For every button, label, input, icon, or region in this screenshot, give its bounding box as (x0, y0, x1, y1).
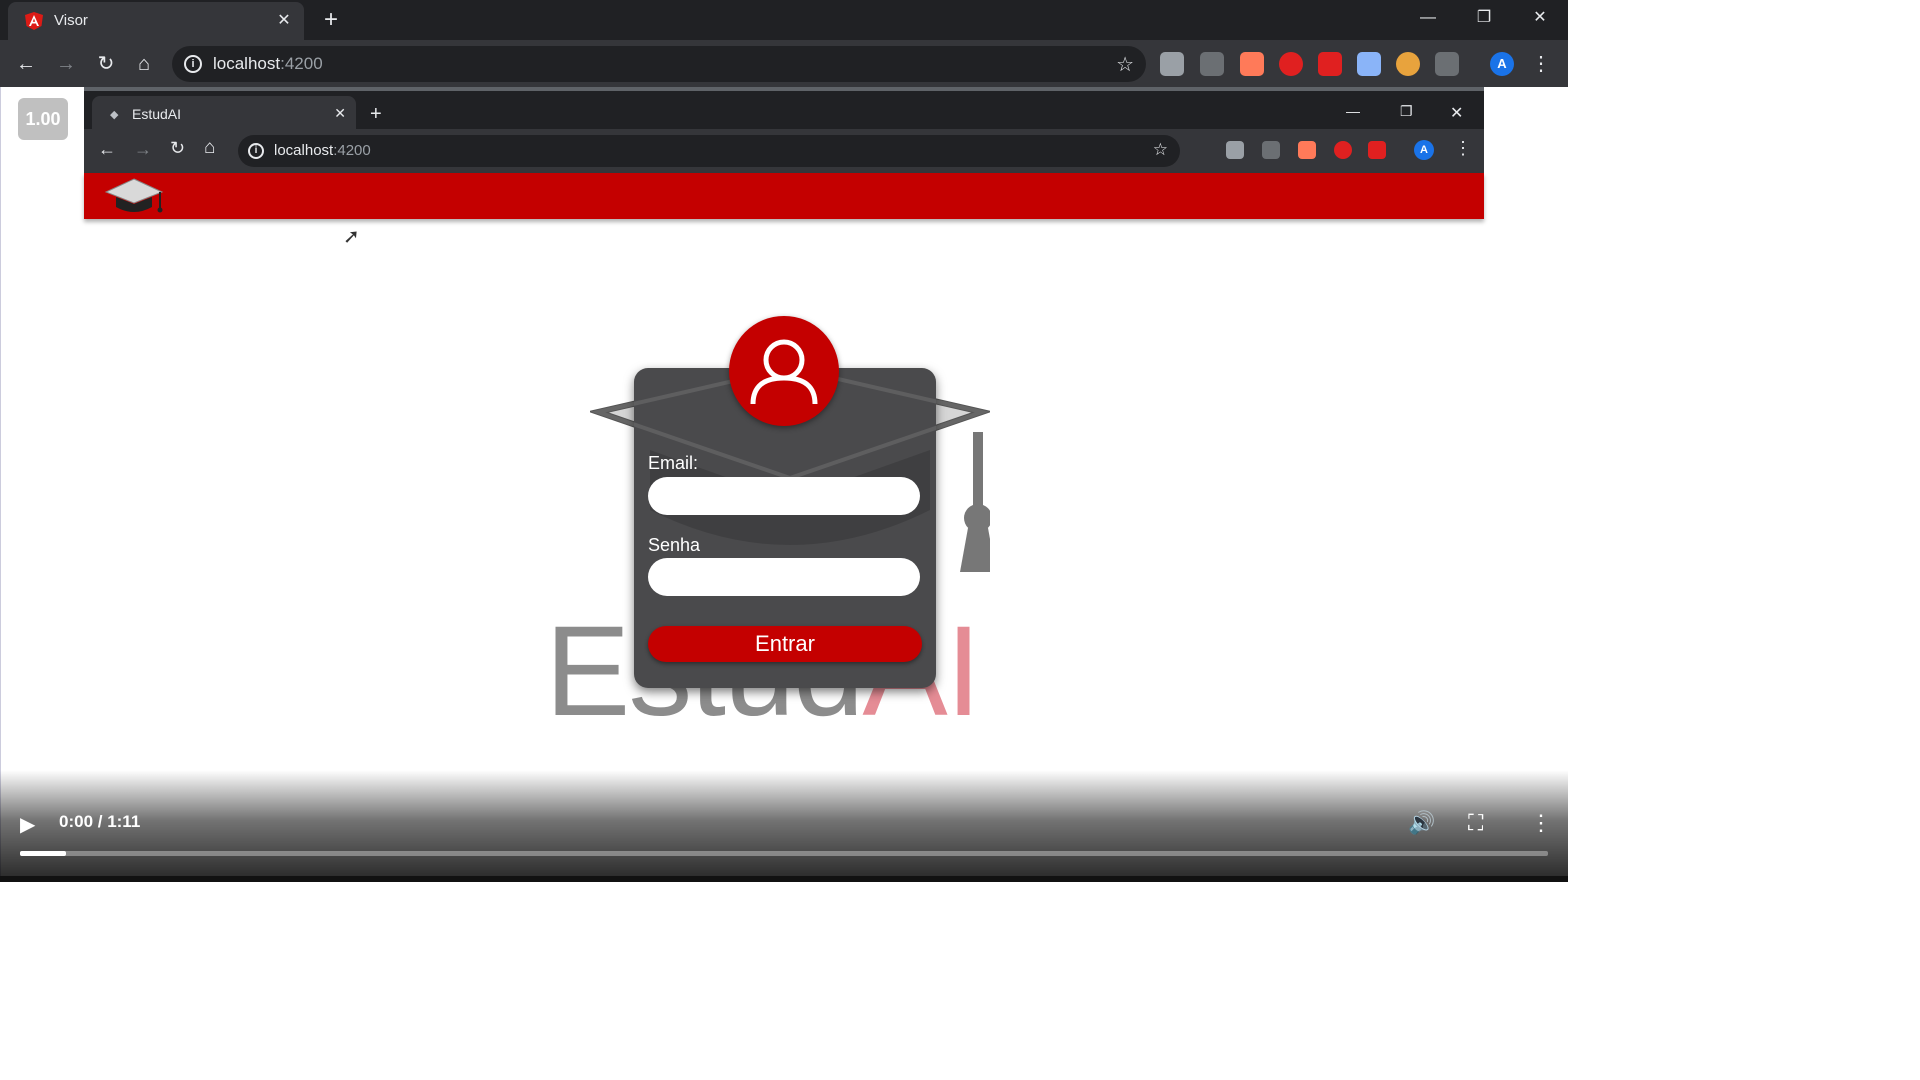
inner-profile-avatar[interactable]: A (1414, 140, 1434, 160)
extension-hand-icon[interactable] (1279, 52, 1303, 76)
inner-browser-tab[interactable]: ◆ EstudAI ✕ (92, 96, 356, 133)
home-icon[interactable]: ⌂ (130, 50, 158, 78)
inner-extension-video-icon[interactable] (1368, 141, 1386, 159)
inner-forward-icon[interactable]: → (134, 139, 152, 160)
inner-home-icon[interactable]: ⌂ (204, 137, 215, 159)
inner-minimize-button[interactable]: — (1346, 103, 1360, 119)
video-progress-track[interactable] (20, 851, 1548, 856)
inner-extension-shield-icon[interactable] (1226, 141, 1244, 159)
password-input[interactable] (648, 558, 920, 596)
inner-toolbar: ← → ↻ ⌂ i localhost:4200 ☆ A ⋮ (84, 129, 1484, 173)
login-submit-button[interactable]: Entrar (648, 626, 922, 662)
reload-icon[interactable]: ↻ (92, 50, 120, 78)
inner-close-window-button[interactable]: ✕ (1450, 103, 1463, 123)
extension-notes-icon[interactable] (1357, 52, 1381, 76)
tab-strip: Visor ✕ + — ❐ ✕ (0, 0, 1568, 40)
bottom-strip (0, 876, 1568, 882)
inner-restore-button[interactable]: ❐ (1400, 103, 1413, 120)
address-url: localhost:4200 (213, 54, 323, 73)
video-time: 0:00 / 1:11 (59, 812, 141, 831)
new-tab-button[interactable]: + (318, 7, 344, 33)
extension-video-icon[interactable] (1318, 52, 1342, 76)
favicon-icon: ◆ (110, 109, 119, 121)
profile-avatar[interactable]: A (1490, 52, 1514, 76)
inner-menu-kebab-icon[interactable]: ⋮ (1454, 138, 1472, 159)
inner-back-icon[interactable]: ← (98, 139, 116, 160)
menu-kebab-icon[interactable]: ⋮ (1527, 50, 1555, 78)
zoom-level-badge: 1.00 (18, 98, 68, 140)
inner-extension-hubspot-icon[interactable] (1298, 141, 1316, 159)
email-input[interactable] (648, 477, 920, 515)
play-icon[interactable]: ▶ (20, 812, 35, 837)
video-controls (0, 770, 1568, 882)
email-label: Email: (648, 453, 699, 473)
extension-cookie-icon[interactable] (1396, 52, 1420, 76)
forward-icon[interactable]: → (52, 50, 80, 78)
volume-icon[interactable]: 🔊 (1408, 810, 1435, 836)
inner-extension-hand-icon[interactable] (1334, 141, 1352, 159)
inner-new-tab-button[interactable]: + (370, 103, 382, 126)
restore-button[interactable]: ❐ (1464, 4, 1504, 32)
angular-logo-icon (25, 12, 43, 30)
close-tab-icon[interactable]: ✕ (274, 11, 294, 31)
user-avatar-icon (729, 316, 839, 426)
extension-css-icon[interactable] (1435, 52, 1459, 76)
inner-address-url: localhost:4200 (274, 142, 371, 159)
address-bar[interactable]: i localhost:4200 ☆ (172, 46, 1146, 82)
site-info-icon[interactable]: i (184, 55, 202, 73)
back-icon[interactable]: ← (12, 50, 40, 78)
mouse-cursor-icon: ➚ (343, 226, 360, 248)
extension-hubspot-icon[interactable] (1240, 52, 1264, 76)
fullscreen-icon[interactable]: ⛶ (1468, 810, 1483, 836)
app-header-bar (84, 173, 1484, 219)
inner-extension-puzzle-icon[interactable] (1262, 141, 1280, 159)
more-options-icon[interactable]: ⋮ (1530, 810, 1552, 836)
inner-browser: ◆ EstudAI ✕ + — ❐ ✕ ← → ↻ ⌂ i localhost:… (84, 87, 1484, 219)
tab-title: Visor (54, 12, 88, 29)
password-label: Senha (648, 535, 701, 555)
inner-site-info-icon[interactable]: i (248, 143, 264, 159)
close-window-button[interactable]: ✕ (1520, 4, 1560, 32)
inner-close-tab-icon[interactable]: ✕ (334, 105, 346, 122)
extension-puzzle-icon[interactable] (1200, 52, 1224, 76)
graduation-cap-icon[interactable] (102, 175, 166, 217)
extension-shield-icon[interactable] (1160, 52, 1184, 76)
inner-reload-icon[interactable]: ↻ (170, 138, 185, 159)
video-progress-fill (20, 851, 66, 856)
inner-bookmark-star-icon[interactable]: ☆ (1153, 140, 1168, 160)
bookmark-star-icon[interactable]: ☆ (1116, 52, 1134, 77)
inner-tab-title: EstudAI (132, 106, 182, 122)
browser-tab[interactable]: Visor ✕ (8, 2, 304, 40)
inner-address-bar[interactable]: i localhost:4200 ☆ (238, 135, 1180, 167)
minimize-button[interactable]: — (1408, 4, 1448, 32)
